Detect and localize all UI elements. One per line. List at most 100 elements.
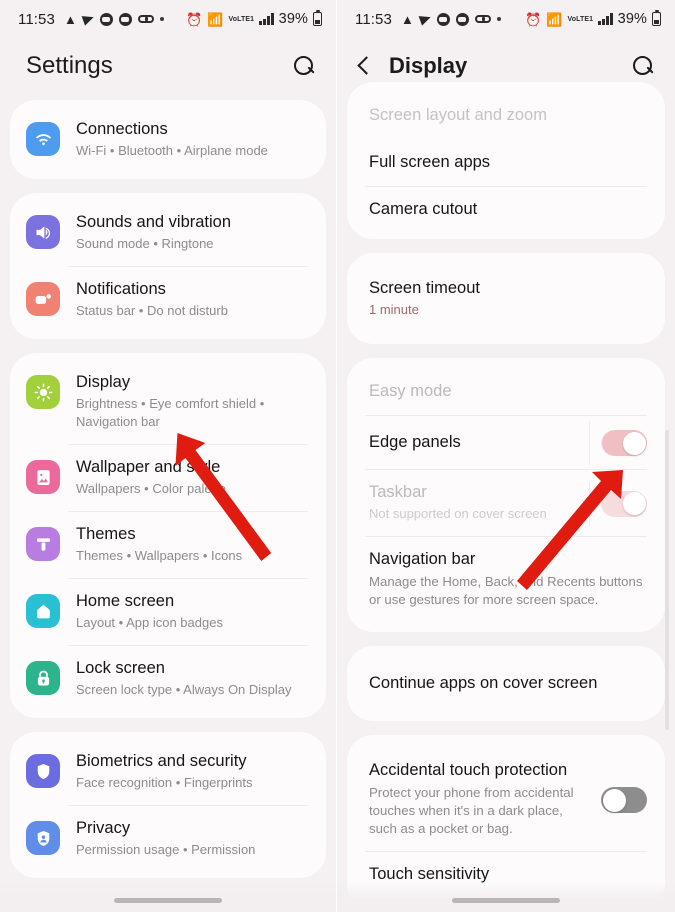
notification-icon: ▲ [63,11,77,27]
list-item-text: Taskbar Not supported on cover screen [369,482,587,523]
glasses-icon [137,15,154,23]
search-icon[interactable] [631,54,655,78]
list-item[interactable]: Home screen Layout • App icon badges [10,578,326,645]
list-item-text: Full screen apps [369,152,647,173]
lock-icon [26,661,60,695]
list-item-title: Screen timeout [369,279,480,297]
list-item-text: Display Brightness • Eye comfort shield … [76,372,308,431]
speaker-icon [26,215,60,249]
list-item[interactable]: Biometrics and security Face recognition… [10,738,326,805]
list-item-taskbar[interactable]: Taskbar Not supported on cover screen [347,469,665,536]
display-settings-list[interactable]: Screen layout and zoom Full screen apps … [337,82,675,910]
list-item-title: Wallpaper and style [76,458,221,476]
privacy-person-icon [26,821,60,855]
list-item[interactable]: Sounds and vibration Sound mode • Ringto… [10,199,326,266]
bottom-fade [0,882,336,912]
list-item[interactable]: Full screen apps [347,139,665,186]
shield-icon [26,754,60,788]
list-item[interactable]: Themes Themes • Wallpapers • Icons [10,511,326,578]
list-item-text: Biometrics and security Face recognition… [76,751,308,792]
list-item-text: Edge panels [369,432,587,453]
list-item-text: Lock screen Screen lock type • Always On… [76,658,308,699]
list-item-subtitle: Themes • Wallpapers • Icons [76,548,243,563]
brightness-icon [26,375,60,409]
home-indicator[interactable] [114,898,222,903]
list-item[interactable]: Wallpaper and style Wallpapers • Color p… [10,444,326,511]
app-badge-icon [436,12,450,26]
accidental-touch-toggle[interactable] [601,787,647,813]
list-item-title: Touch sensitivity [369,865,490,883]
list-item-screen-timeout[interactable]: Screen timeout 1 minute [347,265,665,332]
settings-group: Screen timeout 1 minute [347,253,665,344]
status-time: 11:53 [18,10,55,28]
list-item-continue-apps[interactable]: Continue apps on cover screen [347,660,665,707]
app-badge-icon [99,12,113,26]
vertical-scrollbar[interactable] [665,430,669,730]
settings-group: Continue apps on cover screen [347,646,665,721]
dot-icon [159,17,164,21]
signal-bars-icon [259,13,274,25]
toggle-knob [622,492,646,515]
settings-list[interactable]: Connections Wi-Fi • Bluetooth • Airplane… [0,100,336,878]
list-item-display[interactable]: Display Brightness • Eye comfort shield … [10,359,326,444]
glasses-icon [474,15,491,23]
list-item-title: Home screen [76,592,175,610]
list-item-text: Screen timeout 1 minute [369,278,647,319]
list-item-text: Home screen Layout • App icon badges [76,591,308,632]
status-right-icons: ⏰ 📶 VoLTE1 39% [186,10,322,27]
list-item-title: Privacy [76,819,131,837]
list-item-edge-panels[interactable]: Edge panels [347,415,665,469]
list-item-text: Accidental touch protection Protect your… [369,760,587,838]
volte-label: VoLTE1 [567,15,594,23]
partial-row-screen-layout[interactable]: Screen layout and zoom [347,104,665,139]
image-icon [26,460,60,494]
edge-panels-toggle[interactable] [589,421,647,465]
list-item-subtitle: Face recognition • Fingerprints [76,775,253,790]
list-item-subtitle: Status bar • Do not disturb [76,303,228,318]
settings-group: Accidental touch protection Protect your… [347,735,665,910]
battery-percent: 39% [278,11,308,27]
list-item[interactable]: Camera cutout [347,186,665,233]
list-item-title: Lock screen [76,659,165,677]
app-bar-settings: Settings [0,38,336,100]
list-item-title: Continue apps on cover screen [369,674,598,692]
list-item-text: Connections Wi-Fi • Bluetooth • Airplane… [76,119,308,160]
list-item[interactable]: Notifications Status bar • Do not distur… [10,266,326,333]
search-icon[interactable] [292,54,316,78]
list-item-title: Connections [76,120,168,138]
settings-group: Display Brightness • Eye comfort shield … [10,353,326,718]
settings-group: Connections Wi-Fi • Bluetooth • Airplane… [10,100,326,179]
list-item-text: Wallpaper and style Wallpapers • Color p… [76,457,308,498]
page-title: Display [389,53,468,78]
list-item[interactable]: Lock screen Screen lock type • Always On… [10,645,326,712]
list-item-subtitle: Wi-Fi • Bluetooth • Airplane mode [76,143,268,158]
app-badge-icon-2 [118,12,132,26]
toggle-knob [622,431,646,455]
taskbar-toggle[interactable] [589,481,647,526]
list-item[interactable]: Connections Wi-Fi • Bluetooth • Airplane… [10,106,326,173]
list-item-title: Sounds and vibration [76,213,232,231]
list-item-text: Camera cutout [369,199,647,220]
list-item-touch-sensitivity[interactable]: Touch sensitivity [347,851,665,898]
list-item-easy-mode[interactable]: Easy mode [347,368,665,415]
home-indicator[interactable] [452,898,560,903]
list-item-title: Easy mode [369,382,452,400]
page-title: Settings [26,52,113,79]
list-item[interactable]: Privacy Permission usage • Permission [10,805,326,872]
toggle-separator [589,421,590,465]
list-item-accidental-touch[interactable]: Accidental touch protection Protect your… [347,747,665,851]
list-item-text: Sounds and vibration Sound mode • Ringto… [76,212,308,253]
status-left-icons: ▲ [63,11,164,27]
settings-group: Easy mode Edge panels Taskbar Not suppor… [347,358,665,632]
list-item-subtitle: Brightness • Eye comfort shield • Naviga… [76,396,265,429]
back-chevron-icon[interactable] [353,55,375,77]
list-item-text: Notifications Status bar • Do not distur… [76,279,308,320]
list-item-subtitle: Layout • App icon badges [76,615,223,630]
battery-percent: 39% [617,11,647,27]
signal-bars-icon [598,13,613,25]
list-item-navigation-bar[interactable]: Navigation bar Manage the Home, Back, an… [347,536,665,622]
notification-bell-icon [26,282,60,316]
list-item-subtitle: Permission usage • Permission [76,842,256,857]
list-item-subtitle: Screen lock type • Always On Display [76,682,292,697]
telegram-icon [418,12,433,26]
